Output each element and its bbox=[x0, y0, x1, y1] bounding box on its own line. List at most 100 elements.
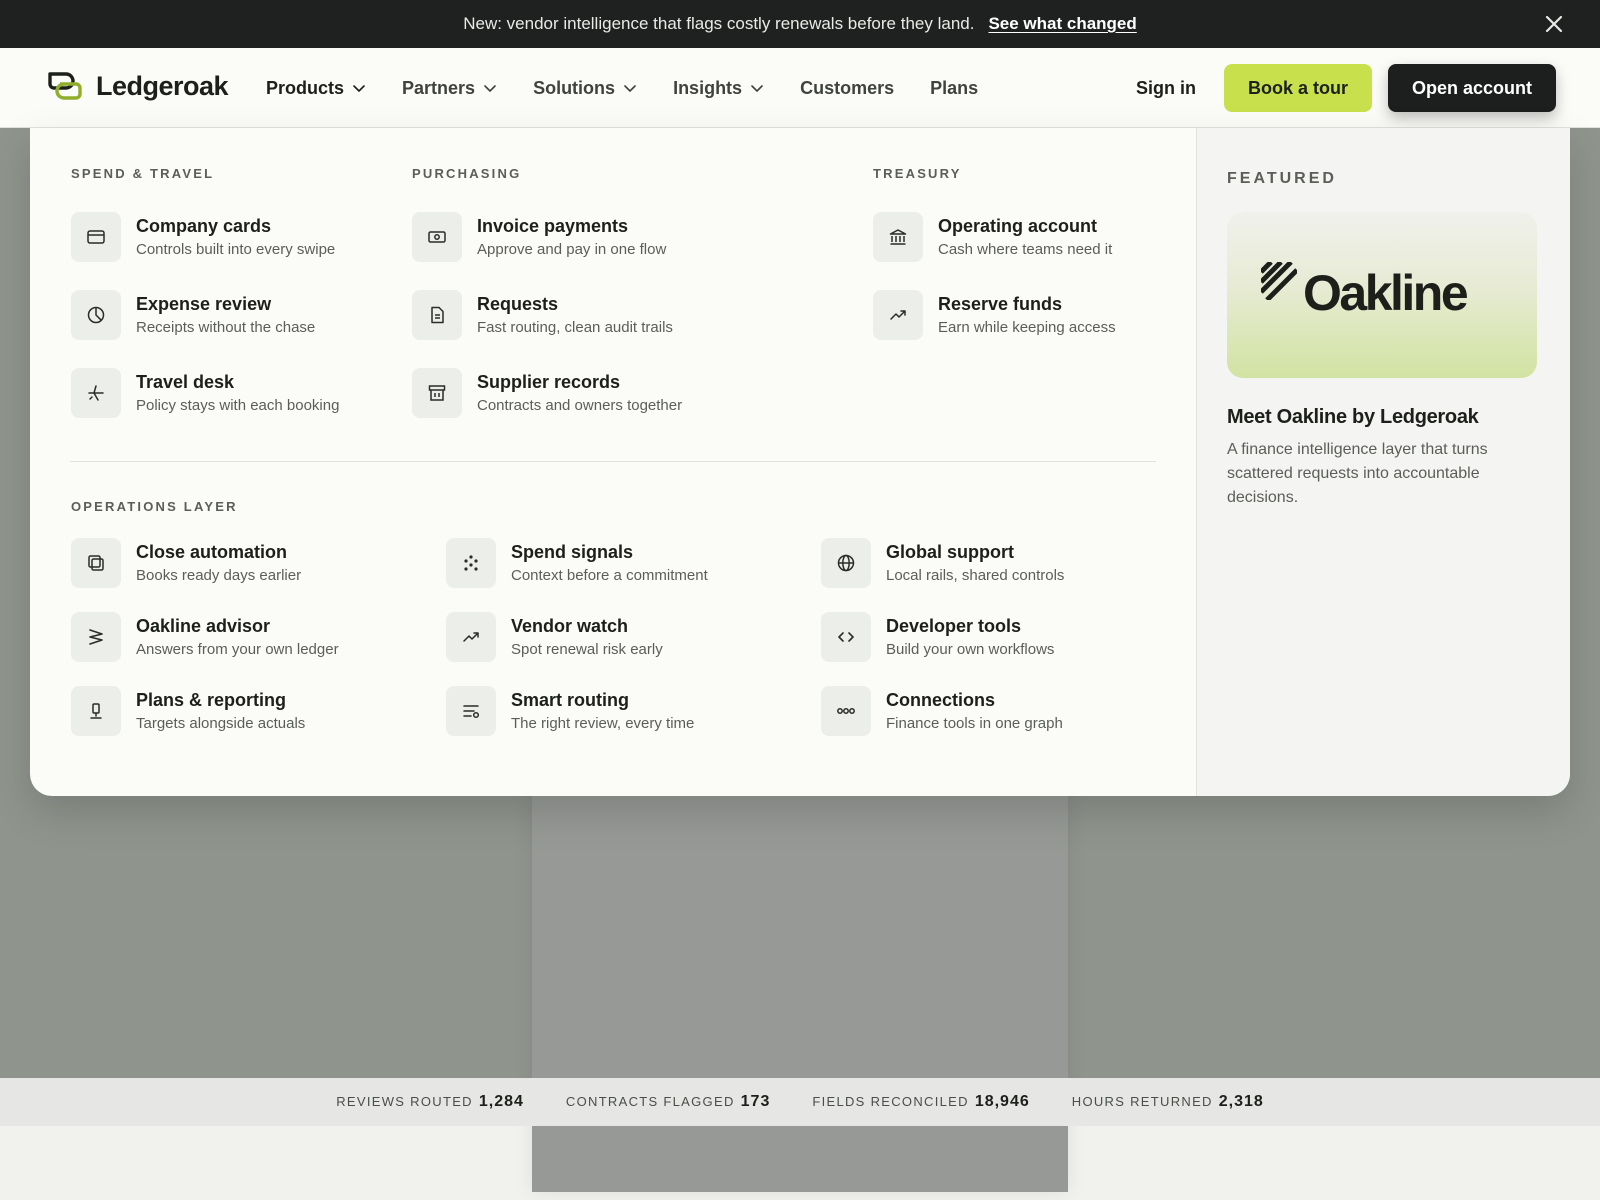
menu-item-title: Connections bbox=[886, 690, 996, 710]
menu-item-subtitle: Spot renewal risk early bbox=[511, 641, 663, 658]
document-icon bbox=[431, 306, 444, 324]
menu-item-reserve-funds[interactable]: Reserve funds Earn while keeping access bbox=[873, 290, 1116, 340]
routing-icon bbox=[463, 705, 480, 719]
featured-title[interactable]: Meet Oakline by Ledgeroak bbox=[1227, 406, 1479, 429]
sign-in-link[interactable]: Sign in bbox=[1136, 78, 1196, 99]
connections-icon bbox=[837, 708, 855, 714]
close-icon[interactable] bbox=[1542, 12, 1566, 36]
products-mega-menu: SPEND & TRAVEL Company cards Controls bui… bbox=[30, 128, 1570, 796]
nav-label: Plans bbox=[930, 77, 979, 98]
menu-item-subtitle: Local rails, shared controls bbox=[886, 567, 1065, 584]
menu-item-global-support[interactable]: Global support Local rails, shared contro… bbox=[821, 538, 1064, 588]
nav-partners[interactable]: Partners bbox=[402, 78, 497, 99]
bank-icon bbox=[889, 229, 907, 245]
nav-label: Products bbox=[266, 77, 345, 98]
nav-plans[interactable]: Plans bbox=[930, 78, 978, 99]
stat-label: REVIEWS ROUTED bbox=[336, 1094, 473, 1109]
stack-icon bbox=[88, 555, 104, 571]
book-tour-button[interactable]: Book a tour bbox=[1223, 64, 1372, 112]
announcement-link[interactable]: See what changed bbox=[988, 14, 1136, 34]
main-nav: Products Partners Solutions Insights Cus… bbox=[266, 48, 1014, 128]
menu-item-oakline-advisor[interactable]: Oakline advisor Answers from your own led… bbox=[71, 612, 339, 662]
menu-item-supplier-records[interactable]: Supplier records Contracts and owners tog… bbox=[412, 368, 682, 418]
menu-item-title: Spend signals bbox=[511, 542, 634, 562]
section-label-spend-travel: SPEND & TRAVEL bbox=[71, 166, 215, 181]
menu-item-close-automation[interactable]: Close automation Books ready days earlier bbox=[71, 538, 301, 588]
section-label-purchasing: PURCHASING bbox=[412, 166, 522, 181]
stat-label: HOURS RETURNED bbox=[1071, 1094, 1213, 1109]
menu-item-smart-routing[interactable]: Smart routing The right review, every tim… bbox=[446, 686, 694, 736]
pie-chart-icon bbox=[87, 306, 105, 324]
menu-item-subtitle: The right review, every time bbox=[511, 715, 695, 732]
menu-item-title: Company cards bbox=[136, 216, 272, 236]
trend-up-icon bbox=[890, 310, 906, 320]
menu-item-title: Expense review bbox=[136, 294, 272, 314]
menu-item-company-cards[interactable]: Company cards Controls built into every s… bbox=[71, 212, 335, 262]
menu-divider bbox=[70, 461, 1156, 462]
menu-item-spend-signals[interactable]: Spend signals Context before a commitment bbox=[446, 538, 708, 588]
menu-item-subtitle: Earn while keeping access bbox=[938, 319, 1116, 336]
sigma-icon bbox=[89, 629, 103, 645]
nav-customers[interactable]: Customers bbox=[800, 78, 894, 99]
brand-name: Ledgeroak bbox=[96, 70, 229, 101]
code-icon bbox=[838, 632, 854, 642]
plane-icon bbox=[88, 385, 104, 401]
brand-logo[interactable]: Ledgeroak bbox=[46, 70, 229, 102]
featured-description: A finance intelligence layer that turns … bbox=[1227, 441, 1488, 506]
featured-pane: FEATURED Oakline Meet Oakline by Ledgero… bbox=[1196, 128, 1570, 796]
nav-products[interactable]: Products bbox=[266, 78, 366, 99]
menu-item-title: Operating account bbox=[938, 216, 1098, 236]
menu-item-title: Developer tools bbox=[886, 616, 1022, 636]
open-account-button[interactable]: Open account bbox=[1387, 64, 1556, 112]
dots-icon bbox=[464, 555, 478, 571]
chevron-down-icon bbox=[353, 85, 365, 92]
stat-value: 18,946 bbox=[974, 1093, 1030, 1110]
nav-label: Solutions bbox=[533, 77, 616, 98]
menu-item-title: Global support bbox=[886, 542, 1014, 562]
menu-item-developer-tools[interactable]: Developer tools Build your own workflows bbox=[821, 612, 1054, 662]
stat-label: CONTRACTS FLAGGED bbox=[565, 1094, 735, 1109]
nav-insights[interactable]: Insights bbox=[673, 78, 764, 99]
menu-item-connections[interactable]: Connections Finance tools in one graph bbox=[821, 686, 1063, 736]
stat-label: FIELDS RECONCILED bbox=[812, 1094, 969, 1109]
menu-item-subtitle: Build your own workflows bbox=[886, 641, 1055, 658]
header-actions: Sign in Book a tour Open account bbox=[1136, 64, 1556, 112]
menu-item-title: Travel desk bbox=[136, 372, 235, 392]
featured-wordmark: Oakline bbox=[1303, 265, 1469, 321]
menu-item-subtitle: Controls built into every swipe bbox=[136, 241, 336, 258]
trend-up-icon bbox=[463, 632, 479, 642]
menu-item-subtitle: Books ready days earlier bbox=[136, 567, 302, 584]
menu-item-vendor-watch[interactable]: Vendor watch Spot renewal risk early bbox=[446, 612, 663, 662]
archive-icon bbox=[428, 385, 446, 401]
menu-item-subtitle: Targets alongside actuals bbox=[136, 715, 306, 732]
stats-strip: REVIEWS ROUTED 1,284 CONTRACTS FLAGGED 1… bbox=[0, 1078, 1600, 1126]
logo-mark-icon bbox=[48, 72, 82, 100]
stat-item: FIELDS RECONCILED 18,946 bbox=[812, 1093, 1029, 1111]
announcement-bar: New: vendor intelligence that flags cost… bbox=[0, 0, 1600, 48]
stat-item: REVIEWS ROUTED 1,284 bbox=[336, 1093, 524, 1111]
menu-item-title: Requests bbox=[477, 294, 559, 314]
menu-item-subtitle: Receipts without the chase bbox=[136, 319, 316, 336]
menu-item-title: Reserve funds bbox=[938, 294, 1063, 314]
oakline-mark-icon bbox=[1261, 262, 1297, 300]
menu-item-invoice-payments[interactable]: Invoice payments Approve and pay in one f… bbox=[412, 212, 666, 262]
menu-item-subtitle: Answers from your own ledger bbox=[136, 641, 339, 658]
stat-item: CONTRACTS FLAGGED 173 bbox=[566, 1093, 770, 1111]
menu-item-plans-reporting[interactable]: Plans & reporting Targets alongside actua… bbox=[71, 686, 305, 736]
menu-item-requests[interactable]: Requests Fast routing, clean audit trails bbox=[412, 290, 673, 340]
menu-item-title: Vendor watch bbox=[511, 616, 629, 636]
featured-card[interactable]: Oakline bbox=[1227, 212, 1537, 378]
globe-icon bbox=[837, 554, 855, 572]
menu-item-expense-review[interactable]: Expense review Receipts without the chase bbox=[71, 290, 315, 340]
menu-item-subtitle: Finance tools in one graph bbox=[886, 715, 1063, 732]
nav-solutions[interactable]: Solutions bbox=[533, 78, 637, 99]
nav-label: Customers bbox=[800, 77, 895, 98]
backdrop-card bbox=[532, 768, 1068, 1192]
menu-item-title: Supplier records bbox=[477, 372, 621, 392]
menu-item-operating-account[interactable]: Operating account Cash where teams need i… bbox=[873, 212, 1112, 262]
menu-item-subtitle: Contracts and owners together bbox=[477, 397, 683, 414]
menu-item-travel-desk[interactable]: Travel desk Policy stays with each bookin… bbox=[71, 368, 339, 418]
menu-item-title: Smart routing bbox=[511, 690, 630, 710]
stat-value: 173 bbox=[740, 1093, 771, 1110]
banknote-icon bbox=[428, 231, 446, 243]
